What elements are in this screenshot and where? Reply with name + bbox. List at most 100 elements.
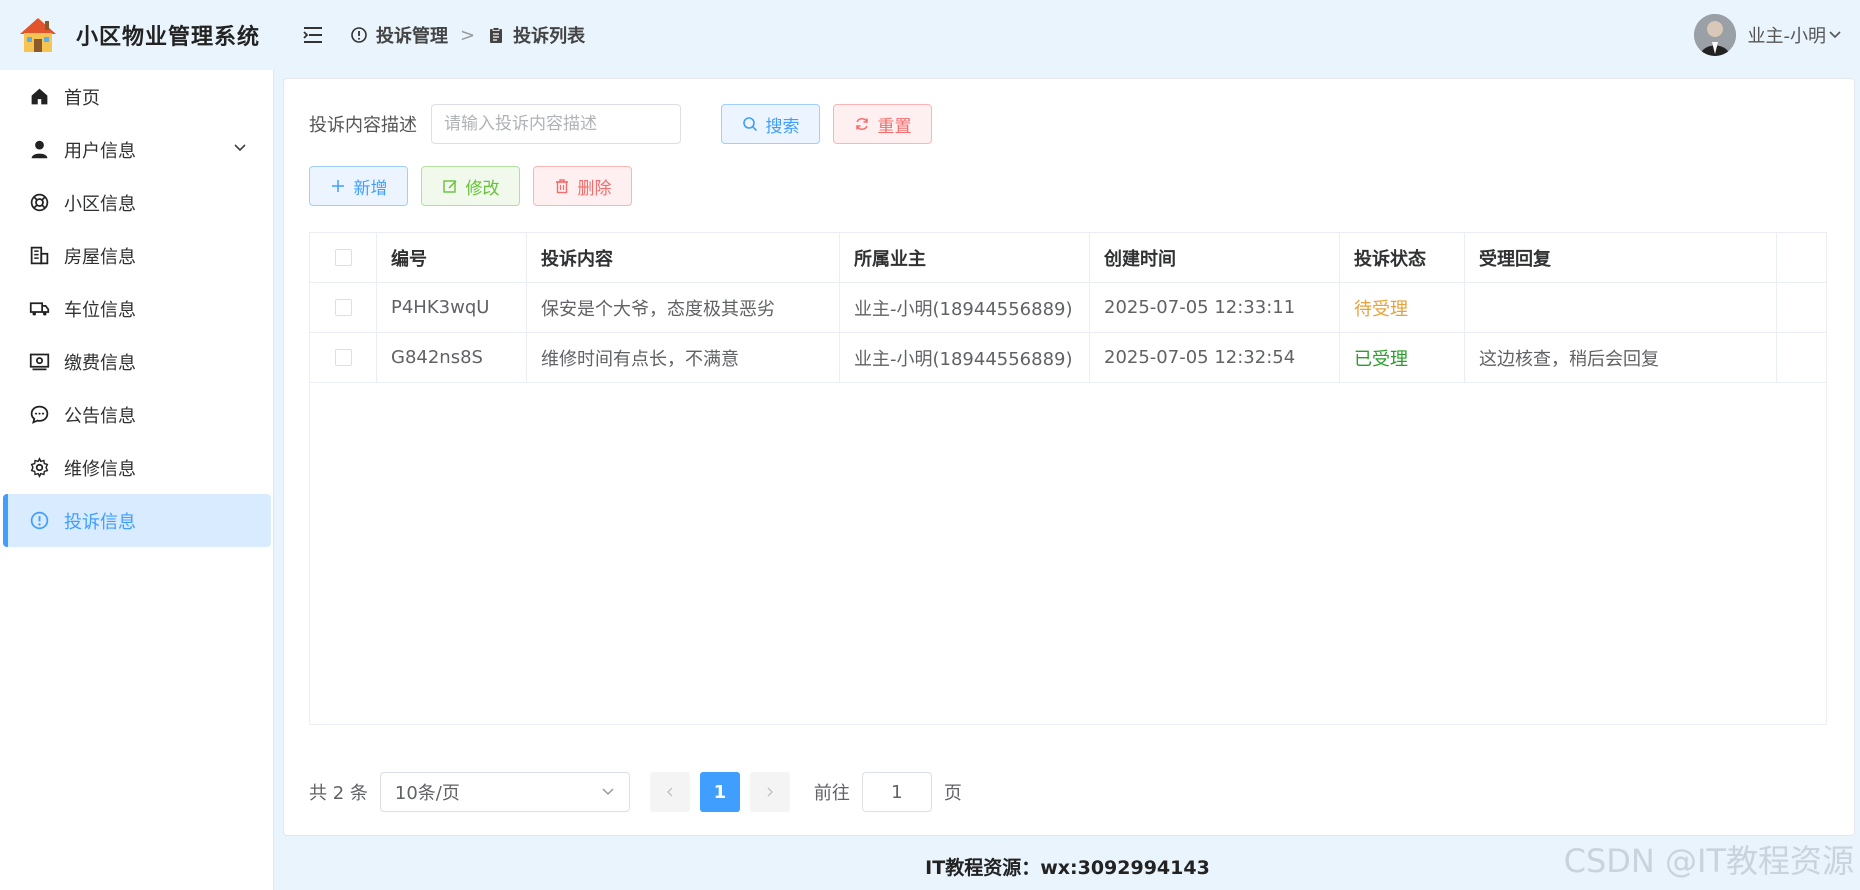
- page-size-value: 10条/页: [394, 783, 460, 804]
- add-button[interactable]: 新增: [309, 166, 408, 206]
- sidebar-item-users[interactable]: 用户信息: [0, 123, 273, 176]
- breadcrumb-item[interactable]: 投诉管理: [376, 22, 448, 48]
- column-header: 所属业主: [840, 233, 1090, 282]
- search-label: 投诉内容描述: [309, 115, 417, 136]
- money-icon: [28, 351, 50, 373]
- goto-suffix: 页: [943, 783, 962, 804]
- goto-page-input[interactable]: 1: [861, 772, 932, 812]
- table-header-row: 编号 投诉内容 所属业主 创建时间 投诉状态 受理回复: [310, 233, 1826, 283]
- search-input[interactable]: [431, 104, 681, 144]
- sidebar-item-home[interactable]: 首页: [0, 70, 273, 123]
- search-bar: 投诉内容描述 搜索 重置: [309, 104, 932, 144]
- cell-created: 2025-07-05 12:32:54: [1090, 333, 1340, 382]
- user-icon: [28, 139, 50, 161]
- cell-id: G842ns8S: [377, 333, 527, 382]
- search-button-label: 搜索: [765, 116, 800, 137]
- cell-status: 已受理: [1340, 333, 1465, 382]
- avatar[interactable]: [1693, 14, 1736, 56]
- sidebar-item-label: 公告信息: [64, 405, 136, 427]
- sidebar-item-repairs[interactable]: 维修信息: [0, 441, 273, 494]
- column-header: 创建时间: [1090, 233, 1340, 282]
- cell-reply: 这边核查，稍后会回复: [1465, 333, 1777, 382]
- sidebar-item-label: 用户信息: [64, 140, 136, 162]
- cell-content: 保安是个大爷，态度极其恶劣: [527, 283, 840, 332]
- chevron-left-icon: [666, 787, 673, 797]
- gear-icon: [28, 457, 50, 479]
- sidebar-item-complaints[interactable]: 投诉信息: [3, 494, 271, 547]
- trash-icon: [555, 179, 568, 194]
- app-title: 小区物业管理系统: [76, 25, 261, 50]
- row-checkbox[interactable]: [334, 299, 352, 316]
- refresh-icon: [855, 118, 868, 130]
- chevron-down-icon: [234, 144, 246, 152]
- edit-button-label: 修改: [465, 178, 500, 199]
- reset-button-label: 重置: [877, 116, 912, 137]
- sidebar-item-notices[interactable]: 公告信息: [0, 388, 273, 441]
- page-size-select[interactable]: 10条/页: [379, 772, 630, 812]
- page-number-current[interactable]: 1: [699, 772, 740, 812]
- sidebar-item-label: 房屋信息: [64, 246, 136, 268]
- row-select-cell: [310, 333, 377, 382]
- chevron-down-icon: [1829, 31, 1841, 39]
- row-checkbox[interactable]: [334, 349, 352, 366]
- main-card: 投诉内容描述 搜索 重置 新增 修改 删除: [283, 78, 1855, 836]
- sidebar-item-label: 维修信息: [64, 458, 136, 480]
- cell-owner: 业主-小明(18944556889): [840, 333, 1090, 382]
- pagination: 共 2 条 10条/页 1 前往 1 页: [309, 772, 962, 812]
- app-root: 小区物业管理系统 首页 用户信息 小区信息 房屋信息 车位信息 缴费信息 公告信…: [0, 0, 1860, 890]
- breadcrumb-separator: >: [460, 24, 476, 46]
- table-row[interactable]: P4HK3wqU 保安是个大爷，态度极其恶劣 业主-小明(18944556889…: [310, 283, 1826, 333]
- plus-icon: [331, 180, 344, 192]
- menu-collapse-icon[interactable]: [302, 24, 324, 46]
- breadcrumb: 投诉管理 > 投诉列表: [350, 22, 585, 48]
- sidebar-item-label: 投诉信息: [64, 511, 136, 533]
- select-all-checkbox[interactable]: [334, 249, 352, 266]
- delete-button[interactable]: 删除: [533, 166, 632, 206]
- sidebar-item-label: 车位信息: [64, 299, 136, 321]
- top-header: 投诉管理 > 投诉列表 业主-小明: [275, 0, 1860, 70]
- breadcrumb-item: 投诉列表: [513, 26, 586, 47]
- user-name[interactable]: 业主-小明: [1748, 22, 1827, 48]
- total-count: 共 2 条: [309, 783, 368, 804]
- reset-button[interactable]: 重置: [833, 104, 932, 144]
- add-button-label: 新增: [353, 178, 388, 199]
- sidebar-item-parking[interactable]: 车位信息: [0, 282, 273, 335]
- house-logo-icon: [20, 18, 56, 52]
- sidebar: 小区物业管理系统 首页 用户信息 小区信息 房屋信息 车位信息 缴费信息 公告信…: [0, 0, 275, 890]
- sidebar-item-label: 小区信息: [64, 193, 136, 215]
- cell-content: 维修时间有点长，不满意: [527, 333, 840, 382]
- next-page-button[interactable]: [749, 772, 790, 812]
- clipboard-icon: [490, 27, 503, 43]
- edit-icon: [442, 180, 457, 193]
- column-header: 投诉内容: [527, 233, 840, 282]
- search-icon: [742, 117, 757, 132]
- column-header: 受理回复: [1465, 233, 1777, 282]
- warning-icon: [351, 27, 367, 43]
- column-header: 编号: [377, 233, 527, 282]
- row-select-cell: [310, 283, 377, 332]
- chevron-down-icon: [602, 788, 614, 796]
- column-header: 投诉状态: [1340, 233, 1465, 282]
- sidebar-item-label: 缴费信息: [64, 352, 136, 374]
- sidebar-item-houses[interactable]: 房屋信息: [0, 229, 273, 282]
- table-row[interactable]: G842ns8S 维修时间有点长，不满意 业主-小明(18944556889) …: [310, 333, 1826, 383]
- home-icon: [28, 86, 50, 108]
- lifebuoy-icon: [28, 192, 50, 214]
- user-menu[interactable]: 业主-小明: [1693, 14, 1843, 56]
- edit-button[interactable]: 修改: [421, 166, 520, 206]
- goto-prefix: 前往: [813, 783, 850, 804]
- prev-page-button[interactable]: [649, 772, 690, 812]
- delete-button-label: 删除: [577, 178, 612, 199]
- sidebar-item-label: 首页: [64, 87, 100, 109]
- chat-icon: [28, 404, 50, 426]
- watermark: CSDN @IT教程资源: [1563, 842, 1854, 880]
- cell-status: 待受理: [1340, 283, 1465, 332]
- action-toolbar: 新增 修改 删除: [309, 166, 632, 206]
- sidebar-item-community[interactable]: 小区信息: [0, 176, 273, 229]
- sidebar-item-payments[interactable]: 缴费信息: [0, 335, 273, 388]
- search-button[interactable]: 搜索: [721, 104, 820, 144]
- brand: 小区物业管理系统: [0, 0, 275, 70]
- cell-reply: [1465, 283, 1777, 332]
- building-icon: [28, 245, 50, 267]
- truck-icon: [28, 298, 50, 320]
